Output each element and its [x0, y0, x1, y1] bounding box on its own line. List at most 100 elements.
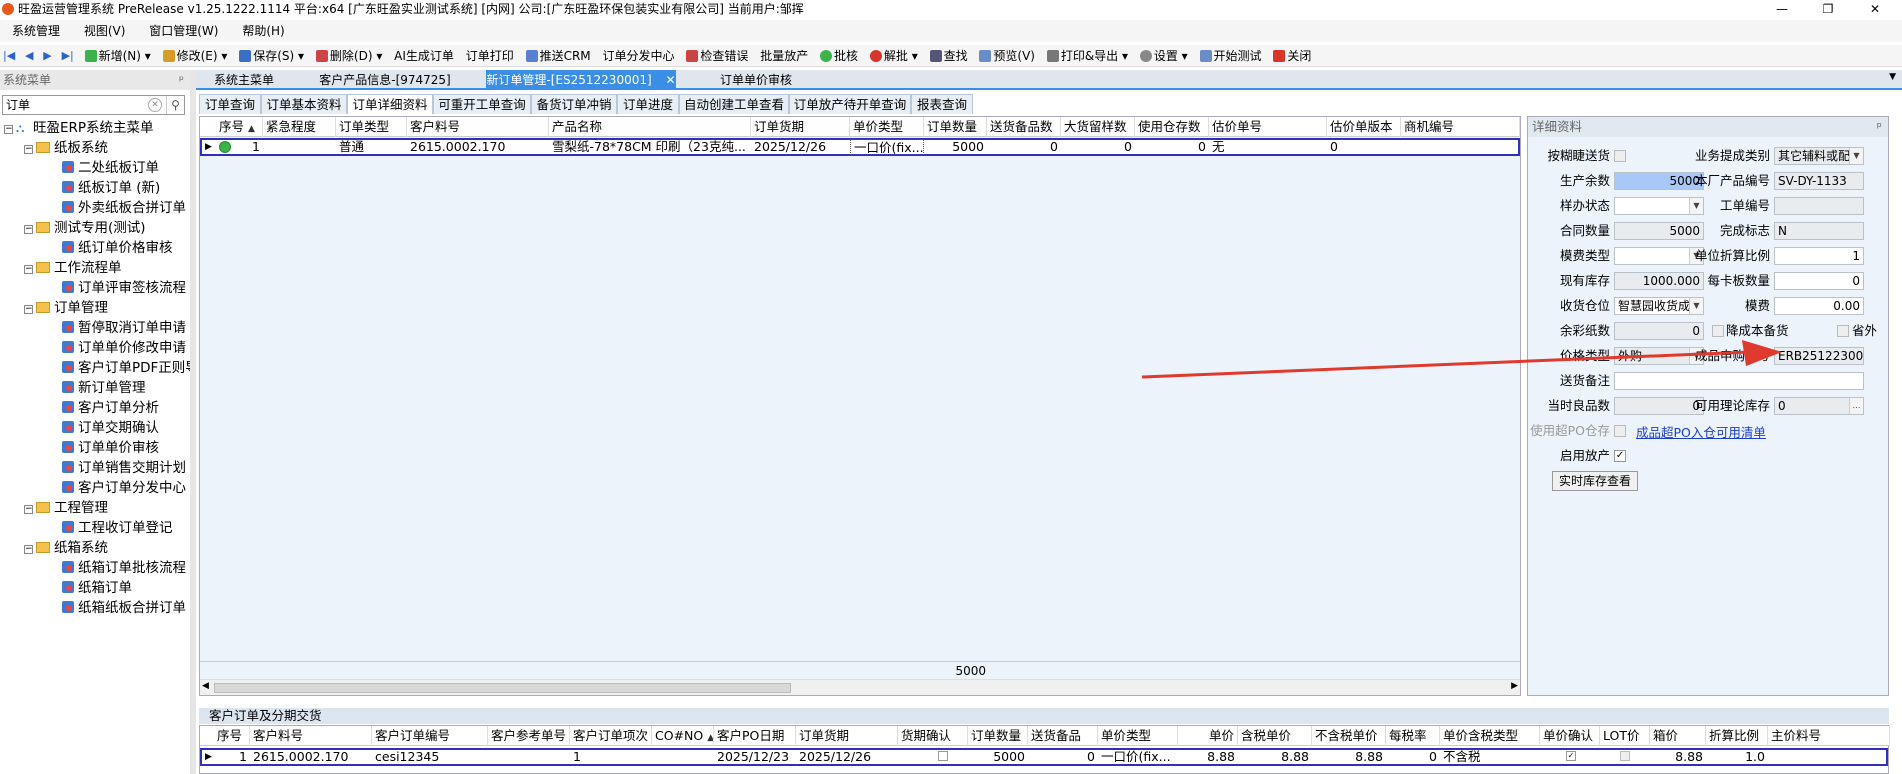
- lcell-cust-ref[interactable]: [488, 749, 570, 765]
- subtab-reopen-query[interactable]: 可重开工单查询: [433, 94, 531, 114]
- tab-main-menu[interactable]: 系统主菜单: [196, 70, 292, 90]
- lcell-due[interactable]: 2025/12/26: [796, 749, 898, 765]
- avail-stock-field[interactable]: 0…: [1774, 397, 1864, 415]
- col-opp-no[interactable]: 商机编号: [1401, 117, 1520, 137]
- lcell-tax-type[interactable]: 不含税: [1440, 749, 1540, 765]
- edit-button[interactable]: 修改(E) ▾: [159, 45, 232, 66]
- tree-root[interactable]: − ⛬ 旺盈ERP系统主菜单: [4, 118, 154, 138]
- subtab-order-query[interactable]: 订单查询: [199, 94, 261, 114]
- lcol-tax-rate[interactable]: 每税率: [1386, 726, 1440, 746]
- col-spare[interactable]: 送货备品数: [987, 117, 1061, 137]
- subtab-progress[interactable]: 订单进度: [617, 94, 679, 114]
- col-urgency[interactable]: 紧急程度: [263, 117, 336, 137]
- tree-item[interactable]: 订单单价修改申请: [62, 338, 186, 358]
- delete-button[interactable]: 删除(D) ▾: [312, 45, 386, 66]
- lcol-lot-price[interactable]: LOT价: [1600, 726, 1650, 746]
- lcol-cust-order[interactable]: 客户订单编号: [372, 726, 488, 746]
- col-order-type[interactable]: 订单类型: [336, 117, 407, 137]
- find-button[interactable]: 查找: [926, 45, 972, 66]
- close-tab-icon[interactable]: ✕: [666, 73, 676, 87]
- work-no-field[interactable]: [1774, 197, 1864, 215]
- lcol-main-part[interactable]: 主价料号: [1768, 726, 1890, 746]
- print-order-button[interactable]: 订单打印: [462, 45, 518, 66]
- cell-quote-ver[interactable]: 0: [1327, 139, 1401, 155]
- lcol-notax-price[interactable]: 不含税单价: [1312, 726, 1386, 746]
- menu-window[interactable]: 窗口管理(W): [141, 20, 226, 42]
- push-crm-button[interactable]: 推送CRM: [522, 45, 595, 66]
- cell-qty[interactable]: 5000: [924, 139, 987, 155]
- col-product[interactable]: 产品名称: [549, 117, 751, 137]
- pin-icon[interactable]: ᵖ: [1877, 117, 1882, 137]
- scroll-thumb[interactable]: [214, 683, 791, 693]
- cell-spare[interactable]: 0: [987, 139, 1061, 155]
- due-confirm-checkbox[interactable]: [938, 751, 948, 761]
- col-quote-ver[interactable]: 估价单版本: [1327, 117, 1401, 137]
- new-button[interactable]: 新增(N) ▾: [81, 45, 155, 66]
- start-test-button[interactable]: 开始测试: [1196, 45, 1266, 66]
- lcell-ratio[interactable]: 1.0: [1706, 749, 1768, 765]
- biz-category-select[interactable]: 其它辅料或配 ▼: [1774, 147, 1864, 165]
- last-record-button[interactable]: ▶|: [59, 45, 77, 66]
- menu-search-input[interactable]: 订单 ✕ ⚲: [2, 95, 185, 115]
- chevron-down-icon[interactable]: ▼: [1849, 148, 1863, 164]
- unit-ratio-field[interactable]: 1: [1774, 247, 1864, 265]
- over-po-stock-link[interactable]: 成品超PO入仓可用清单: [1636, 422, 1766, 441]
- tree-item[interactable]: 暂停取消订单申请: [62, 318, 186, 338]
- factory-code-field[interactable]: SV-DY-1133: [1774, 172, 1864, 190]
- tree-group-engineering[interactable]: − 工程管理: [24, 498, 108, 518]
- tree-item[interactable]: 订单评审签核流程: [62, 278, 186, 298]
- tree-item[interactable]: 纸箱订单: [62, 578, 132, 598]
- per-card-field[interactable]: 0: [1774, 272, 1864, 290]
- check-error-button[interactable]: 检查错误: [682, 45, 752, 66]
- lcol-po-date[interactable]: 客户PO日期: [714, 726, 796, 746]
- tree-group-test[interactable]: − 测试专用(测试): [24, 218, 146, 238]
- cell-due[interactable]: 2025/12/26: [751, 139, 850, 155]
- tree-item[interactable]: 订单交期确认: [62, 418, 159, 438]
- lcol-price[interactable]: 单价: [1178, 726, 1238, 746]
- collapse-icon[interactable]: −: [24, 265, 33, 274]
- preview-button[interactable]: 预览(V): [975, 45, 1039, 66]
- tree-item[interactable]: 订单销售交期计划: [62, 458, 186, 478]
- lcell-cust-part[interactable]: 2615.0002.170: [250, 749, 372, 765]
- tree-item[interactable]: 二处纸板订单: [62, 158, 159, 178]
- col-cust-part[interactable]: 客户料号: [407, 117, 549, 137]
- ai-order-button[interactable]: AI生成订单: [390, 45, 458, 66]
- remark-field[interactable]: [1614, 372, 1864, 390]
- tab-customer-product[interactable]: 客户产品信息-[974725]: [292, 70, 478, 90]
- lcol-tax-type[interactable]: 单价含税类型: [1440, 726, 1540, 746]
- col-qty[interactable]: 订单数量: [924, 117, 987, 137]
- purchase-no-field[interactable]: ERB251223000: [1774, 347, 1864, 365]
- collapse-icon[interactable]: −: [24, 145, 33, 154]
- save-button[interactable]: 保存(S) ▾: [235, 45, 308, 66]
- sidebar-splitter[interactable]: [190, 70, 196, 774]
- ellipsis-icon[interactable]: …: [1849, 398, 1863, 414]
- tree-item[interactable]: 客户订单分发中心: [62, 478, 186, 498]
- lcol-qty[interactable]: 订单数量: [968, 726, 1028, 746]
- use-over-po-checkbox[interactable]: [1614, 425, 1626, 437]
- search-icon[interactable]: ⚲: [166, 96, 184, 114]
- horizontal-scrollbar[interactable]: ◀ ▶: [200, 679, 1520, 695]
- cell-urgency[interactable]: [263, 139, 336, 155]
- tree-item[interactable]: 纸箱纸板合拼订单: [62, 598, 186, 618]
- cell-product[interactable]: 雪梨纸-78*78CM 印刷（23克纯...: [549, 139, 751, 155]
- pin-icon[interactable]: ᵖ: [179, 70, 184, 90]
- lcol-price-confirm[interactable]: 单价确认: [1540, 726, 1600, 746]
- tree-item[interactable]: 客户订单分析: [62, 398, 159, 418]
- lcol-due-confirm[interactable]: 货期确认: [898, 726, 968, 746]
- menu-view[interactable]: 视图(V): [76, 20, 134, 42]
- settings-button[interactable]: 设置 ▾: [1136, 45, 1192, 66]
- extra-paper-field[interactable]: 0: [1614, 322, 1704, 340]
- scroll-left-icon[interactable]: ◀: [202, 681, 209, 691]
- clear-search-icon[interactable]: ✕: [148, 98, 162, 112]
- tree-item[interactable]: 工程收订单登记: [62, 518, 173, 538]
- collapse-icon[interactable]: −: [24, 225, 33, 234]
- lcell-price[interactable]: 8.88: [1178, 749, 1238, 765]
- price-confirm-checkbox[interactable]: ✓: [1566, 751, 1576, 761]
- first-record-button[interactable]: |◀: [0, 45, 18, 66]
- tree-item[interactable]: 订单单价审核: [62, 438, 159, 458]
- lcell-notax-price[interactable]: 8.88: [1312, 749, 1386, 765]
- cell-cust-part[interactable]: 2615.0002.170: [407, 139, 549, 155]
- tree-group-workflow[interactable]: − 工作流程单: [24, 258, 122, 278]
- cell-price-type[interactable]: 一口价(fix...: [850, 139, 924, 155]
- cell-sample[interactable]: 0: [1061, 139, 1135, 155]
